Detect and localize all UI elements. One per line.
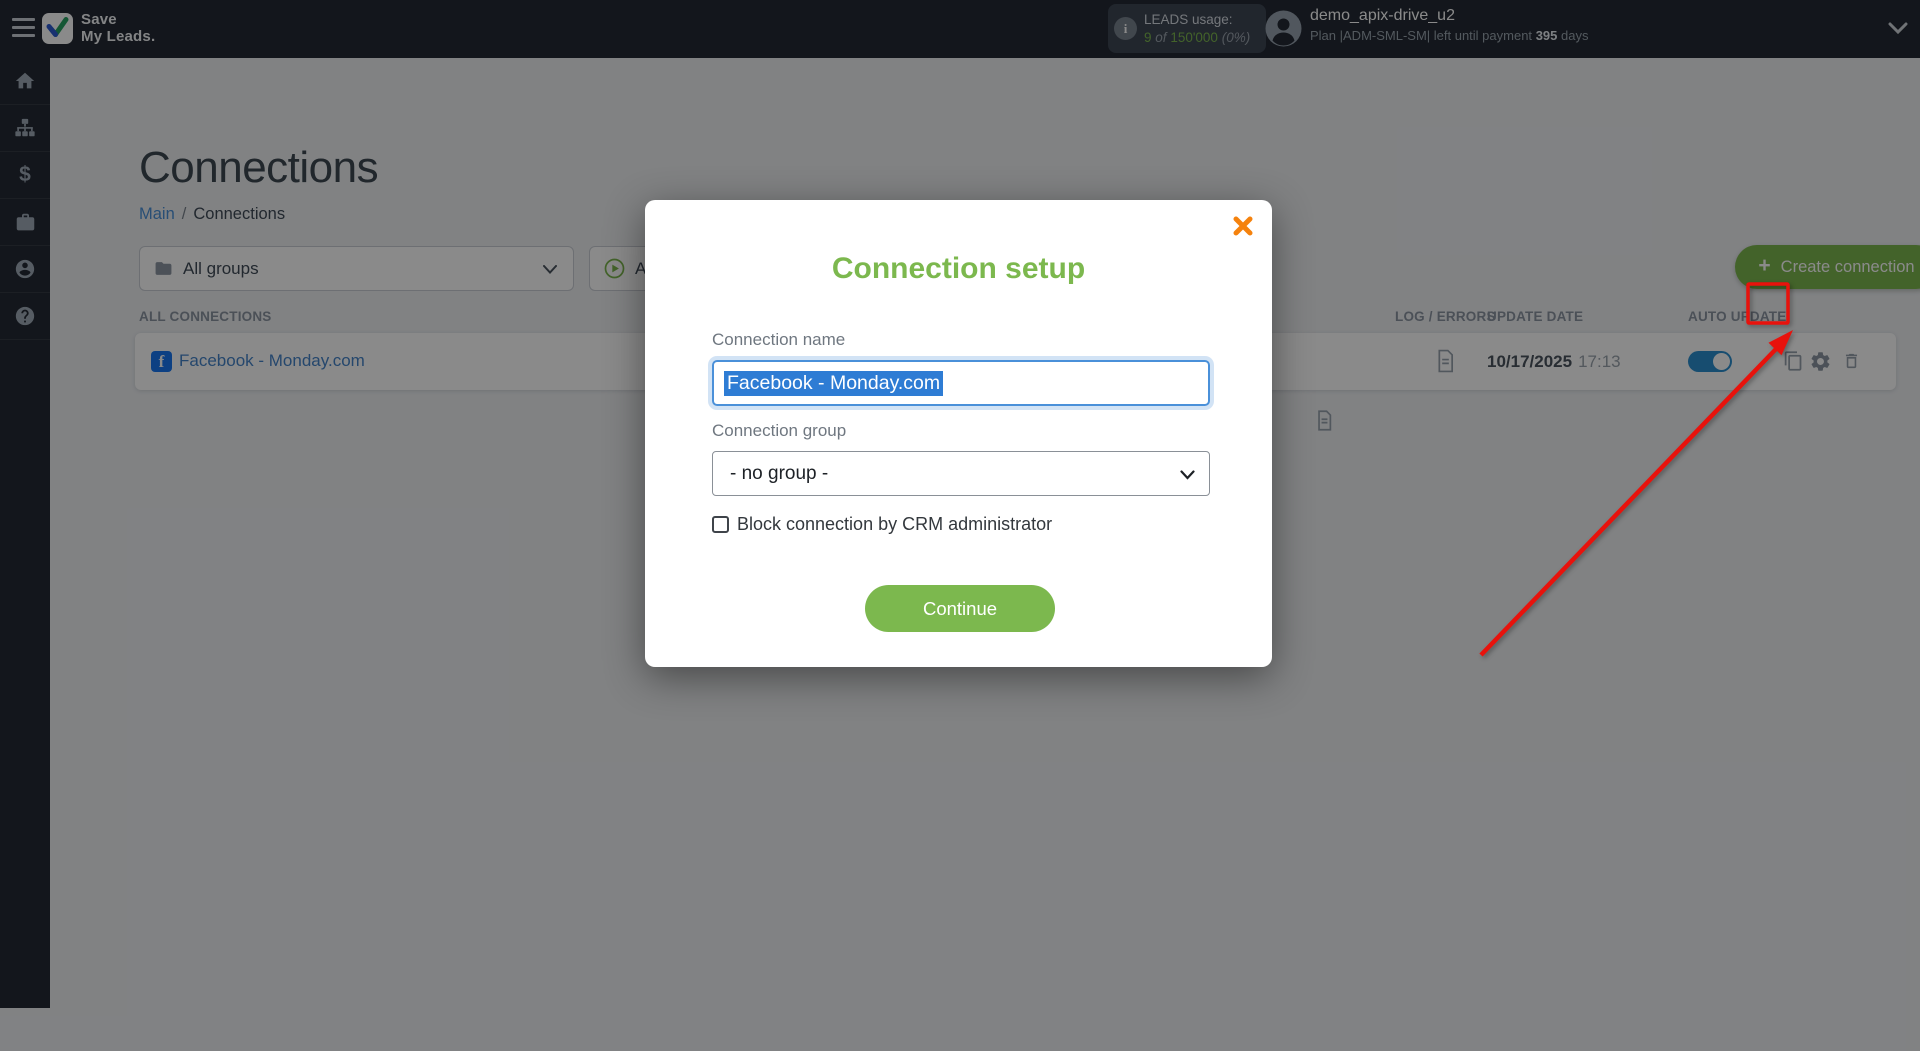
close-icon[interactable] bbox=[1232, 215, 1254, 237]
checkbox-label: Block connection by CRM administrator bbox=[737, 514, 1053, 534]
connection-group-value: - no group - bbox=[730, 462, 829, 484]
connection-group-label: Connection group bbox=[712, 421, 847, 440]
select-chevron-down-icon bbox=[1180, 470, 1195, 480]
connection-setup-modal: Connection setup Connection name Faceboo… bbox=[645, 200, 1272, 667]
selected-input-text: Facebook - Monday.com bbox=[724, 370, 944, 396]
connection-name-label: Connection name bbox=[712, 330, 846, 349]
modal-title: Connection setup bbox=[831, 252, 1086, 285]
connection-group-select[interactable]: - no group - bbox=[712, 451, 1210, 496]
connection-name-input[interactable]: Facebook - Monday.com bbox=[712, 360, 1210, 406]
block-connection-checkbox-row[interactable]: Block connection by CRM administrator bbox=[712, 514, 1052, 535]
continue-button[interactable]: Continue bbox=[865, 585, 1055, 632]
checkbox-unchecked[interactable] bbox=[712, 516, 729, 533]
